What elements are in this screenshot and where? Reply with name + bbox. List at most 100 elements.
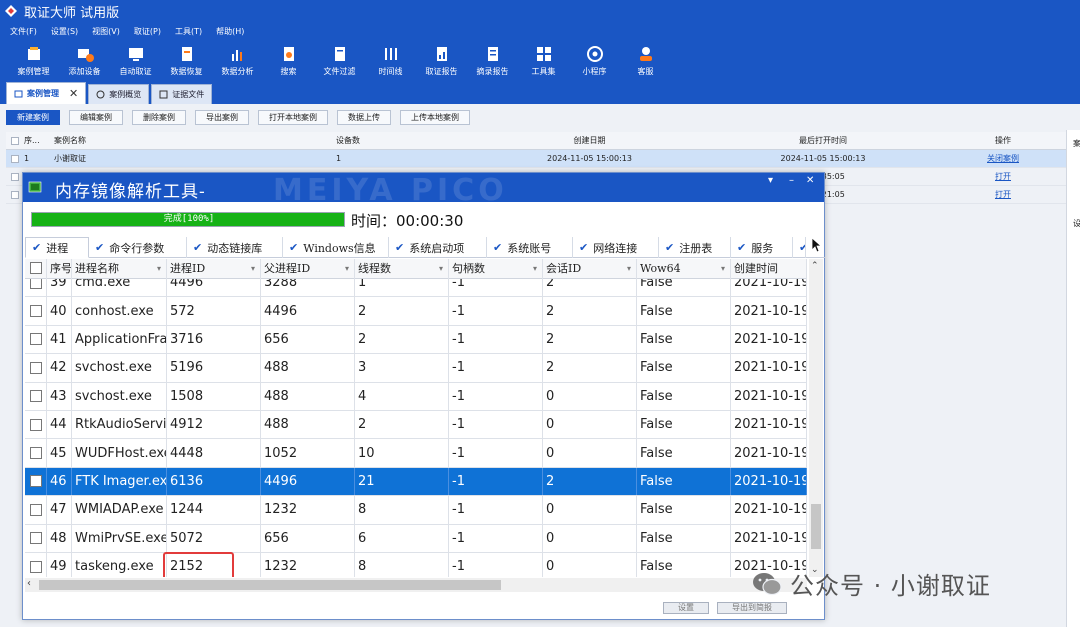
process-row-checkbox[interactable] <box>29 560 42 573</box>
tab-case-overview[interactable]: 案例概览 <box>88 84 150 104</box>
close-tab-icon[interactable]: ✕ <box>69 87 78 100</box>
process-header-8[interactable]: 创建时间 <box>731 259 807 279</box>
sort-arrow-icon[interactable]: ▾ <box>62 259 66 279</box>
tab-evidence-files[interactable]: 证据文件 <box>151 84 213 104</box>
process-row[interactable]: 47 WMIADAP.exe 1244 1232 8 -1 0 False 2021-10-19… <box>25 496 807 525</box>
sort-arrow-icon[interactable]: ▾ <box>439 259 443 279</box>
dialog-tab-8[interactable]: ✔ 服务 <box>731 237 793 258</box>
toolbar-button-8[interactable]: 取证报告 <box>416 40 467 82</box>
dialog-tab-2[interactable]: ✔ 动态链接库 <box>187 237 283 258</box>
sort-arrow-icon[interactable]: ▾ <box>157 259 161 279</box>
sort-arrow-icon[interactable]: ▾ <box>627 259 631 279</box>
dialog-tab-6[interactable]: ✔ 网络连接 <box>573 237 659 258</box>
toolbar-button-7[interactable]: 时间线 <box>365 40 416 82</box>
process-row-checkbox[interactable] <box>29 305 42 318</box>
process-header-0[interactable]: 序号 ▾ <box>47 259 72 279</box>
case-row-checkbox[interactable] <box>11 172 19 181</box>
sort-arrow-icon[interactable]: ▾ <box>721 259 725 279</box>
horizontal-scrollbar[interactable]: ‹ <box>25 578 807 592</box>
process-header-1[interactable]: 进程名称 ▾ <box>72 259 167 279</box>
toolbar-button-0[interactable]: 案例管理 <box>8 40 59 82</box>
process-header-6[interactable]: 会话ID ▾ <box>543 259 637 279</box>
process-row-checkbox[interactable] <box>29 475 42 488</box>
process-row-checkbox[interactable] <box>29 418 42 431</box>
process-row-checkbox[interactable] <box>29 447 42 460</box>
tab-case-management[interactable]: 案例管理 ✕ <box>6 82 87 104</box>
toolbar-button-5[interactable]: 搜索 <box>263 40 314 82</box>
process-row-checkbox[interactable] <box>29 503 42 516</box>
vertical-scroll-thumb[interactable] <box>811 504 821 549</box>
process-header-2[interactable]: 进程ID ▾ <box>167 259 261 279</box>
dialog-minimize-icon[interactable]: – <box>789 175 794 186</box>
process-row[interactable]: 44 RtkAudioServic 4912 488 2 -1 0 False 2021-10-… <box>25 410 807 440</box>
process-row-checkbox[interactable] <box>29 333 42 346</box>
export-case-button[interactable]: 导出案例 <box>195 109 249 125</box>
process-row[interactable]: 49 taskeng.exe 2152 1232 8 -1 0 False 2021-10-19… <box>25 552 807 577</box>
case-action[interactable]: 打开 <box>940 189 1066 200</box>
dialog-tab-4[interactable]: ✔ 系统启动项 <box>389 237 487 258</box>
menu-item[interactable]: 工具(T) <box>175 26 202 37</box>
vertical-scrollbar[interactable]: ⌃ ⌄ <box>809 259 823 577</box>
select-all-checkbox[interactable] <box>11 136 19 145</box>
case-action[interactable]: 打开 <box>940 171 1066 182</box>
toolbar-button-3[interactable]: 数据恢复 <box>161 40 212 82</box>
dialog-title-bar[interactable]: 内存镜像解析工具- MEIYA PICO ▾ – ✕ <box>23 173 824 202</box>
toolbar-button-9[interactable]: 摘录报告 <box>467 40 518 82</box>
scroll-up-icon[interactable]: ⌃ <box>811 261 819 271</box>
new-case-button[interactable]: 新建案例 <box>6 109 60 125</box>
case-row[interactable]: 1 小谢取证 1 2024-11-05 15:00:13 2024-11-05 15:0… <box>6 150 1066 168</box>
toolbar-button-10[interactable]: 工具集 <box>518 40 569 82</box>
process-row[interactable]: 42 svchost.exe 5196 488 3 -1 2 False 2021-10-19 … <box>25 354 807 383</box>
menu-item[interactable]: 设置(S) <box>51 26 78 37</box>
case-table-header: 序... 案例名称 设备数 创建日期 最后打开时间 操作 <box>6 132 1066 150</box>
menu-item[interactable]: 帮助(H) <box>216 26 244 37</box>
sort-arrow-icon[interactable]: ▾ <box>345 259 349 279</box>
process-header-3[interactable]: 父进程ID ▾ <box>261 259 355 279</box>
process-row[interactable]: 41 ApplicationFra 3716 656 2 -1 2 False 2021-10-… <box>25 325 807 355</box>
process-row-checkbox[interactable] <box>29 390 42 403</box>
delete-case-button[interactable]: 删除案例 <box>132 109 186 125</box>
dialog-tab-5[interactable]: ✔ 系统账号 <box>487 237 573 258</box>
upload-local-case-button[interactable]: 上传本地案例 <box>400 109 470 125</box>
menu-item[interactable]: 文件(F) <box>10 26 37 37</box>
select-all-processes-checkbox[interactable] <box>30 262 42 274</box>
toolbar-button-11[interactable]: 小程序 <box>569 40 620 82</box>
settings-button[interactable]: 设置 <box>663 602 709 614</box>
process-handles: -1 <box>449 410 543 439</box>
process-row[interactable]: 46 FTK Imager.exe 6136 4496 21 -1 2 False 2021-1… <box>25 467 807 497</box>
process-row-checkbox[interactable] <box>29 532 42 545</box>
process-row[interactable]: 43 svchost.exe 1508 488 4 -1 0 False 2021-10-19 … <box>25 382 807 411</box>
toolbar-button-4[interactable]: 数据分析 <box>212 40 263 82</box>
dialog-tab-1[interactable]: ✔ 命令行参数 <box>89 237 187 258</box>
case-row-checkbox[interactable] <box>11 190 19 199</box>
process-row[interactable]: 48 WmiPrvSE.exe 5072 656 6 -1 0 False 2021-10-19… <box>25 524 807 553</box>
process-header-7[interactable]: Wow64 ▾ <box>637 259 731 279</box>
process-row-checkbox[interactable] <box>29 361 42 374</box>
toolbar-button-6[interactable]: 文件过滤 <box>314 40 365 82</box>
toolbar-button-12[interactable]: 客服 <box>620 40 671 82</box>
dialog-pin-icon[interactable]: ▾ <box>768 175 773 186</box>
toolbar-button-1[interactable]: 添加设备 <box>59 40 110 82</box>
process-header-5[interactable]: 句柄数 ▾ <box>449 259 543 279</box>
dialog-tab-9[interactable]: ✔钩 <box>793 237 806 258</box>
process-row[interactable]: 40 conhost.exe 572 4496 2 -1 2 False 2021-10-19 … <box>25 297 807 326</box>
case-action[interactable]: 关闭案例 <box>940 153 1066 164</box>
sort-arrow-icon[interactable]: ▾ <box>533 259 537 279</box>
dialog-tab-7[interactable]: ✔ 注册表 <box>659 237 731 258</box>
export-to-report-button[interactable]: 导出到简报 <box>717 602 787 614</box>
dialog-tab-0[interactable]: ✔ 进程 <box>25 237 89 258</box>
menu-item[interactable]: 取证(P) <box>134 26 161 37</box>
process-header-4[interactable]: 线程数 ▾ <box>355 259 449 279</box>
scroll-left-icon[interactable]: ‹ <box>27 578 31 589</box>
dialog-close-icon[interactable]: ✕ <box>806 175 814 186</box>
menu-item[interactable]: 视图(V) <box>92 26 120 37</box>
horizontal-scroll-thumb[interactable] <box>39 580 501 590</box>
sort-arrow-icon[interactable]: ▾ <box>251 259 255 279</box>
open-local-case-button[interactable]: 打开本地案例 <box>258 109 328 125</box>
process-row[interactable]: 45 WUDFHost.exe 4448 1052 10 -1 0 False 2021-10-… <box>25 439 807 468</box>
case-row-checkbox[interactable] <box>11 154 19 163</box>
dialog-tab-3[interactable]: ✔ Windows信息 <box>283 237 389 258</box>
edit-case-button[interactable]: 编辑案例 <box>69 109 123 125</box>
data-upload-button[interactable]: 数据上传 <box>337 109 391 125</box>
toolbar-button-2[interactable]: 自动取证 <box>110 40 161 82</box>
